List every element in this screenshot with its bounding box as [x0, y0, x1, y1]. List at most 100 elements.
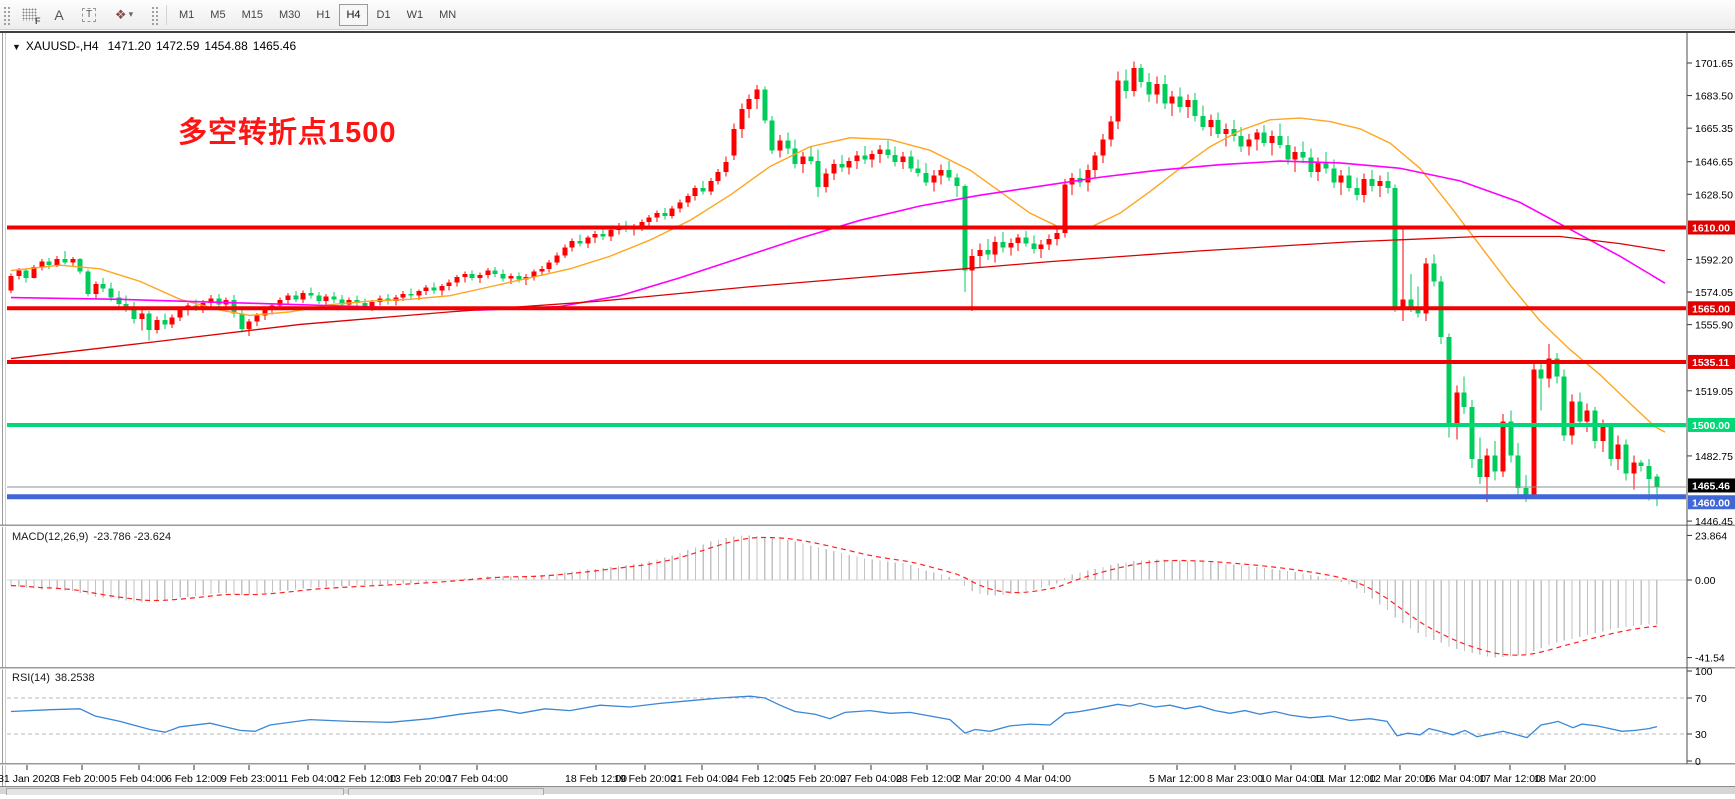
candle-body	[1270, 136, 1275, 143]
candle-body	[693, 188, 698, 196]
candle-body	[332, 297, 337, 300]
price-axis-tick: 1701.65	[1695, 58, 1733, 70]
candle-body	[1178, 96, 1183, 107]
time-axis-label: 4 Mar 04:00	[1015, 773, 1071, 785]
candle-body	[978, 250, 983, 256]
price-label-1610.00: 1610.00	[1688, 221, 1735, 235]
candle-body	[1386, 181, 1391, 188]
candle-body	[94, 284, 99, 294]
time-axis-label: 11 Feb 04:00	[277, 773, 338, 785]
candle-body	[755, 89, 760, 99]
text-tool-button[interactable]: A	[44, 2, 74, 28]
candle-body	[932, 175, 937, 182]
candle-body	[71, 259, 76, 263]
price-label-1500.00: 1500.00	[1688, 418, 1735, 432]
candle-body	[1047, 239, 1052, 244]
candle-body	[1101, 140, 1106, 156]
timeframe-m5-button[interactable]: M5	[203, 4, 232, 26]
time-axis-label: 6 Feb 12:00	[166, 773, 222, 785]
candle-body	[1239, 136, 1244, 147]
candle-body	[586, 237, 591, 243]
candle-body	[1362, 179, 1367, 195]
svg-text:1535.11: 1535.11	[1692, 357, 1730, 369]
candle-body	[1447, 337, 1452, 427]
candle-body	[570, 241, 575, 247]
candle-body	[140, 314, 145, 319]
shapes-icon: ❖	[115, 7, 127, 23]
price-axis-tick: 1574.05	[1695, 287, 1733, 299]
chevron-down-icon: ▾	[129, 9, 134, 20]
chart-window: 23.8640.00-41.54100703001701.651683.5016…	[0, 31, 1735, 794]
candle-body	[909, 157, 914, 169]
fibo-grid-icon: F	[22, 8, 37, 21]
candle-body	[470, 274, 475, 278]
timeframe-h1-button[interactable]: H1	[309, 4, 337, 26]
candle-body	[1578, 402, 1583, 422]
candle-body	[509, 276, 514, 279]
candle-body	[786, 140, 791, 148]
svg-text:1500.00: 1500.00	[1692, 420, 1730, 432]
candle-body	[309, 293, 314, 296]
candle-body	[939, 170, 944, 175]
price-axis-tick: 1519.05	[1695, 386, 1733, 398]
candle-body	[1186, 100, 1191, 107]
candle-body	[1655, 477, 1660, 487]
candle-body	[1585, 411, 1590, 422]
shapes-tool-button[interactable]: ❖ ▾	[104, 2, 144, 28]
fibo-grid-tool-button[interactable]: F	[14, 2, 44, 28]
timeframe-mn-button[interactable]: MN	[432, 4, 463, 26]
toolbar-grip2[interactable]	[150, 5, 159, 25]
time-axis-label: 13 Feb 20:00	[389, 773, 451, 785]
chart-canvas[interactable]: 23.8640.00-41.54100703001701.651683.5016…	[0, 31, 1735, 794]
candle-body	[1539, 369, 1544, 378]
price-axis-tick: 1628.50	[1695, 189, 1733, 201]
candle-body	[24, 271, 29, 278]
candle-body	[1116, 80, 1121, 121]
timeframe-d1-button[interactable]: D1	[370, 4, 398, 26]
timeframe-m15-button[interactable]: M15	[235, 4, 270, 26]
candle-body	[478, 275, 483, 278]
candle-body	[1616, 445, 1621, 459]
price-axis-tick: 1592.20	[1695, 254, 1733, 266]
timeframe-w1-button[interactable]: W1	[400, 4, 431, 26]
candle-body	[663, 213, 668, 216]
candle-body	[1339, 175, 1344, 182]
time-axis-label: 27 Feb 04:00	[840, 773, 902, 785]
candle-body	[863, 156, 868, 160]
candle-body	[1009, 243, 1014, 247]
price-axis-tick: 1683.50	[1695, 91, 1733, 103]
candle-body	[1393, 188, 1398, 306]
candle-body	[916, 168, 921, 172]
candle-body	[1370, 179, 1375, 186]
candle-body	[1278, 136, 1283, 145]
candle-body	[317, 296, 322, 301]
candle-body	[109, 289, 114, 298]
candle-body	[447, 282, 452, 286]
candle-body	[1016, 237, 1021, 242]
candle-body	[1424, 263, 1429, 313]
candle-body	[1193, 100, 1198, 116]
candle-body	[1201, 116, 1206, 127]
candle-body	[147, 314, 152, 330]
candle-body	[1409, 299, 1414, 306]
candle-body	[847, 161, 852, 167]
candle-body	[1570, 402, 1575, 436]
candle-body	[1262, 132, 1267, 143]
time-axis-label: 18 Mar 20:00	[1534, 773, 1596, 785]
price-axis-tick: 1646.65	[1695, 157, 1733, 169]
candle-body	[286, 296, 291, 300]
toolbar-grip[interactable]	[2, 5, 11, 25]
candle-body	[801, 157, 806, 164]
svg-text:1565.00: 1565.00	[1692, 303, 1730, 315]
time-axis-label: 17 Feb 04:00	[446, 773, 508, 785]
candle-body	[63, 259, 68, 263]
candle-body	[716, 172, 721, 181]
label-tool-button[interactable]: T	[74, 2, 104, 28]
candle-body	[993, 242, 998, 255]
candle-body	[1139, 68, 1144, 82]
candle-body	[1316, 163, 1321, 172]
timeframe-h4-button[interactable]: H4	[339, 4, 367, 26]
timeframe-m30-button[interactable]: M30	[272, 4, 307, 26]
candle-body	[1455, 393, 1460, 427]
timeframe-m1-button[interactable]: M1	[172, 4, 201, 26]
